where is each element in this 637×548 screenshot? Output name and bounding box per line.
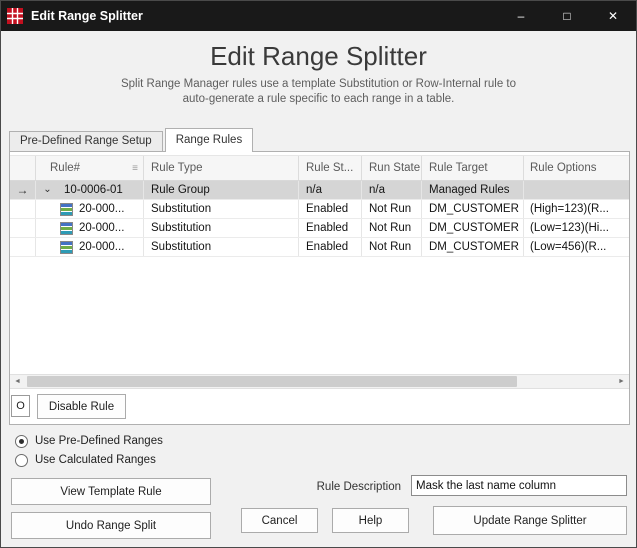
window-title: Edit Range Splitter <box>31 9 143 23</box>
rule-table-icon <box>60 202 73 216</box>
scrollbar-thumb[interactable] <box>27 376 517 387</box>
grid-row-child-rule[interactable]: 20-000... Substitution Enabled Not Run D… <box>10 238 629 257</box>
radio-use-predefined-ranges[interactable]: Use Pre-Defined Ranges <box>15 434 163 448</box>
cell-rule-type: Substitution <box>144 238 299 256</box>
rules-grid: Rule# ≡ Rule Type Rule St... Run State R… <box>10 155 629 257</box>
cell-rule-status: Enabled <box>299 200 362 218</box>
minimize-button[interactable]: – <box>498 1 544 31</box>
cancel-button[interactable]: Cancel <box>241 508 318 533</box>
cell-rule-type: Substitution <box>144 200 299 218</box>
app-logo-icon <box>7 8 23 24</box>
radio-predefined-label: Use Pre-Defined Ranges <box>35 435 163 447</box>
tab-predefined-range-setup[interactable]: Pre-Defined Range Setup <box>9 131 163 151</box>
cell-rule-status: Enabled <box>299 219 362 237</box>
rule-table-icon <box>60 240 73 254</box>
window-controls: – □ ✕ <box>498 1 636 31</box>
subtitle-line-2: auto-generate a rule specific to each ra… <box>182 93 455 105</box>
help-button[interactable]: Help <box>332 508 409 533</box>
column-header-rule-no[interactable]: Rule# ≡ <box>36 156 144 180</box>
cell-rule-options <box>524 181 629 199</box>
undo-range-split-button[interactable]: Undo Range Split <box>11 512 211 539</box>
rule-table-icon <box>60 221 73 235</box>
update-range-splitter-button[interactable]: Update Range Splitter <box>433 506 627 535</box>
subtitle-line-1: Split Range Manager rules use a template… <box>120 78 517 90</box>
sort-filter-icon[interactable]: ≡ <box>132 156 138 180</box>
cell-rule-type: Substitution <box>144 219 299 237</box>
grid-row-rule-group[interactable]: → ⌄ 10-0006-01 Rule Group n/a n/a Manage… <box>10 181 629 200</box>
page-title: Edit Range Splitter <box>210 41 427 71</box>
cell-rule-target: DM_CUSTOMER <box>422 200 524 218</box>
focused-row-arrow-icon: → <box>16 183 29 197</box>
close-button[interactable]: ✕ <box>590 1 636 31</box>
grid-indicator-header <box>10 156 36 180</box>
cell-rule-status: Enabled <box>299 238 362 256</box>
cell-run-state: Not Run <box>362 238 422 256</box>
cell-rule-options: (High=123)(R... <box>530 203 609 215</box>
cell-rule-target: DM_CUSTOMER <box>422 238 524 256</box>
edit-range-splitter-dialog: Edit Range Splitter – □ ✕ Edit Range Spl… <box>0 0 637 548</box>
page-subtitle: Split Range Manager rules use a template… <box>1 77 636 107</box>
tab-strip: Pre-Defined Range Setup Range Rules <box>9 128 255 152</box>
rule-description-label: Rule Description <box>316 481 401 493</box>
cell-run-state: n/a <box>362 181 422 199</box>
scroll-right-icon[interactable]: ► <box>614 378 629 385</box>
grid-row-child-rule[interactable]: 20-000... Substitution Enabled Not Run D… <box>10 200 629 219</box>
grid-header-row: Rule# ≡ Rule Type Rule St... Run State R… <box>10 155 629 181</box>
cell-rule-target: Managed Rules <box>422 181 524 199</box>
titlebar: Edit Range Splitter – □ ✕ <box>1 1 636 31</box>
cell-rule-status: n/a <box>299 181 362 199</box>
cell-rule-no: 20-000... <box>79 241 125 253</box>
grid-status-cell: O <box>11 395 30 417</box>
cell-run-state: Not Run <box>362 200 422 218</box>
column-header-rule-type[interactable]: Rule Type <box>144 156 299 180</box>
rule-description-input[interactable] <box>411 475 627 496</box>
cell-rule-no: 20-000... <box>79 222 125 234</box>
cell-run-state: Not Run <box>362 219 422 237</box>
cell-rule-options: (Low=456)(R... <box>530 241 607 253</box>
scroll-left-icon[interactable]: ◄ <box>10 378 25 385</box>
grid-row-child-rule[interactable]: 20-000... Substitution Enabled Not Run D… <box>10 219 629 238</box>
column-header-run-state[interactable]: Run State <box>362 156 422 180</box>
maximize-button[interactable]: □ <box>544 1 590 31</box>
view-template-rule-button[interactable]: View Template Rule <box>11 478 211 505</box>
radio-calculated-label: Use Calculated Ranges <box>35 454 156 466</box>
column-header-rule-no-label: Rule# <box>50 161 81 174</box>
column-header-rule-options[interactable]: Rule Options <box>524 156 629 180</box>
radio-selected-icon[interactable] <box>15 434 28 448</box>
range-rules-tab-page: Rule# ≡ Rule Type Rule St... Run State R… <box>9 151 630 425</box>
cell-rule-no: 20-000... <box>79 203 125 215</box>
grid-horizontal-scrollbar[interactable]: ◄ ► <box>10 374 629 389</box>
row-expander-icon[interactable]: ⌄ <box>40 181 55 199</box>
radio-use-calculated-ranges[interactable]: Use Calculated Ranges <box>15 453 156 467</box>
disable-rule-button[interactable]: Disable Rule <box>37 394 126 419</box>
tab-range-rules[interactable]: Range Rules <box>164 128 254 152</box>
cell-rule-options: (Low=123)(Hi... <box>530 222 609 234</box>
radio-unselected-icon[interactable] <box>15 453 28 467</box>
column-header-rule-target[interactable]: Rule Target <box>422 156 524 180</box>
cell-rule-target: DM_CUSTOMER <box>422 219 524 237</box>
cell-rule-type: Rule Group <box>144 181 299 199</box>
column-header-rule-status[interactable]: Rule St... <box>299 156 362 180</box>
cell-rule-no: 10-0006-01 <box>64 184 123 196</box>
